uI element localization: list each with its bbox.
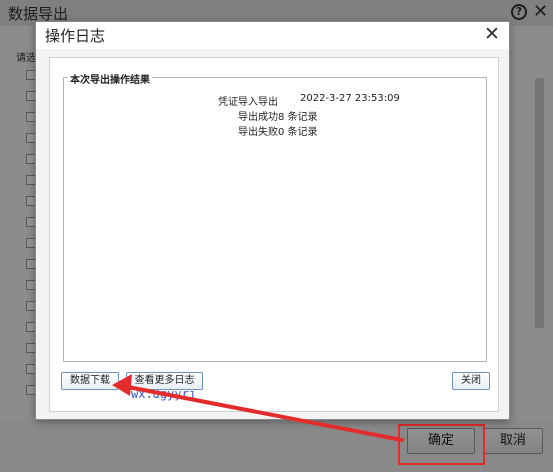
annotation-arrow-head <box>112 374 132 396</box>
annotation-arrow-line <box>126 385 404 442</box>
annotation-arrow <box>112 374 404 442</box>
